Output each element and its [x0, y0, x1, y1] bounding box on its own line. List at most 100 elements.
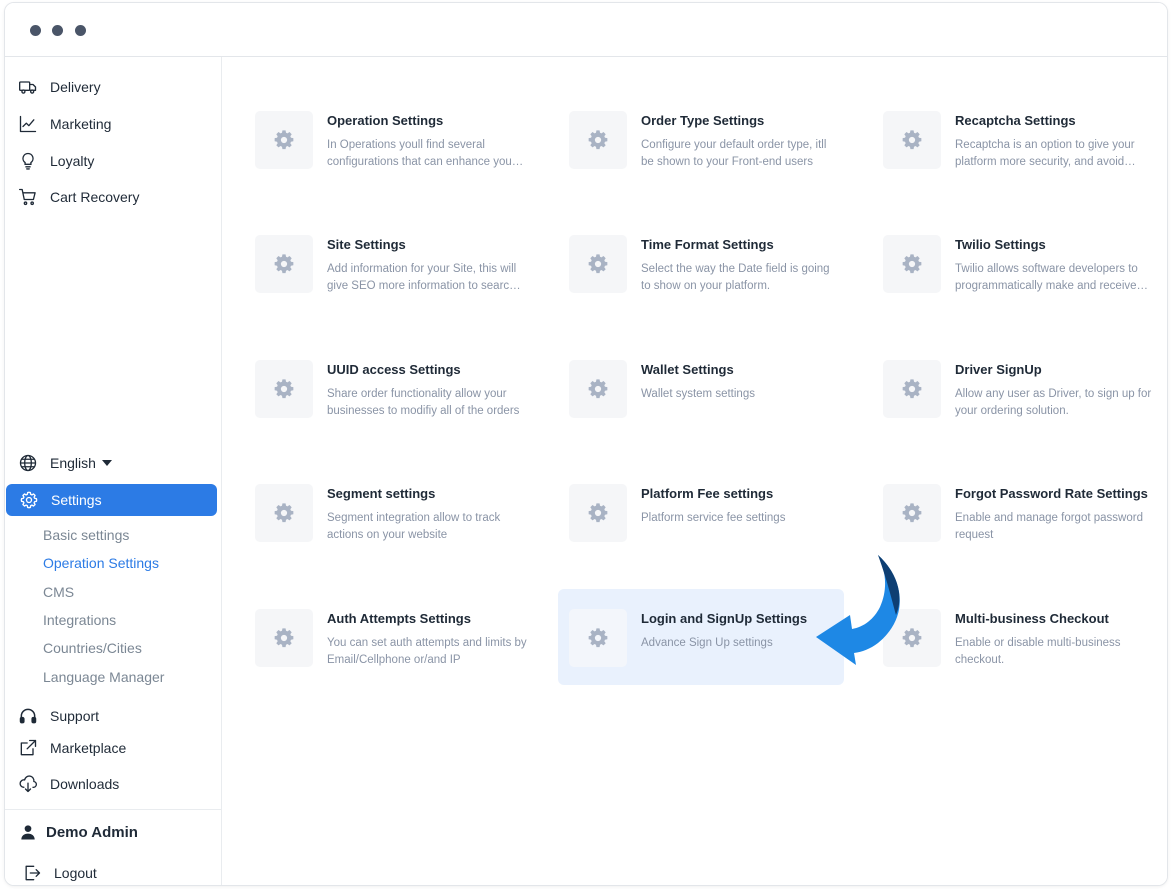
card-title: Site Settings: [327, 237, 406, 252]
logout-button[interactable]: Logout: [5, 857, 222, 885]
window-control-dot[interactable]: [52, 25, 63, 36]
gear-icon: [883, 111, 941, 169]
gear-icon: [569, 609, 627, 667]
settings-card[interactable]: Auth Attempts Settings You can set auth a…: [244, 589, 530, 685]
sidebar-item-marketplace[interactable]: Marketplace: [5, 732, 222, 764]
card-description: Advance Sign Up settings: [641, 637, 773, 649]
card-title: Recaptcha Settings: [955, 113, 1076, 128]
gear-icon: [569, 484, 627, 542]
sidebar-item-delivery[interactable]: Delivery: [5, 71, 222, 103]
card-description: Recaptcha is an option to give your plat…: [955, 139, 1135, 168]
sidebar-item-label: Settings: [51, 492, 102, 508]
gear-icon: [569, 235, 627, 293]
card-description: Configure your default order type, itll …: [641, 139, 827, 168]
card-title: Auth Attempts Settings: [327, 611, 471, 626]
sidebar-item-settings[interactable]: Settings: [6, 484, 217, 516]
subnav-countries-cities[interactable]: Countries/Cities: [43, 640, 142, 656]
card-description: Share order functionality allow your bus…: [327, 388, 520, 417]
sidebar-item-label: Marketing: [50, 116, 112, 132]
card-description: Allow any user as Driver, to sign up for…: [955, 388, 1152, 417]
cart-icon: [17, 186, 39, 208]
subnav-integrations[interactable]: Integrations: [43, 612, 116, 628]
settings-card[interactable]: Driver SignUp Allow any user as Driver, t…: [872, 340, 1158, 436]
headset-icon: [17, 705, 39, 727]
gear-icon: [883, 609, 941, 667]
card-title: Forgot Password Rate Settings: [955, 486, 1148, 501]
card-title: Platform Fee settings: [641, 486, 774, 501]
language-selector[interactable]: English: [5, 447, 222, 479]
settings-card[interactable]: Operation Settings In Operations youll fi…: [244, 91, 530, 187]
logout-label: Logout: [54, 865, 97, 881]
cloud-download-icon: [17, 773, 39, 795]
gear-icon: [883, 235, 941, 293]
settings-card[interactable]: Login and SignUp Settings Advance Sign Up…: [558, 589, 844, 685]
card-description: Segment integration allow to track actio…: [327, 512, 501, 541]
sidebar-item-label: Marketplace: [50, 740, 127, 756]
card-description: Select the way the Date field is going t…: [641, 263, 830, 292]
app-window: Delivery Marketing Loyalty Cart Recovery…: [4, 2, 1168, 886]
settings-grid: Operation Settings In Operations youll fi…: [222, 57, 1167, 885]
card-description: Platform service fee settings: [641, 512, 786, 524]
settings-card[interactable]: Recaptcha Settings Recaptcha is an option…: [872, 91, 1158, 187]
card-title: Segment settings: [327, 486, 436, 501]
settings-card[interactable]: Order Type Settings Configure your defaul…: [558, 91, 844, 187]
sidebar-item-label: Downloads: [50, 776, 120, 792]
settings-card[interactable]: Segment settings Segment integration allo…: [244, 464, 530, 560]
window-control-dot[interactable]: [75, 25, 86, 36]
sidebar: Delivery Marketing Loyalty Cart Recovery…: [5, 57, 222, 885]
settings-card[interactable]: Site Settings Add information for your Si…: [244, 215, 530, 311]
external-link-icon: [17, 737, 39, 759]
subnav-language-manager[interactable]: Language Manager: [43, 669, 164, 685]
card-description: Enable and manage forgot password reques…: [955, 512, 1143, 541]
user-icon: [17, 821, 39, 843]
settings-card[interactable]: Forgot Password Rate Settings Enable and …: [872, 464, 1158, 560]
gear-icon: [18, 489, 40, 511]
user-name: Demo Admin: [46, 823, 138, 841]
globe-icon: [17, 452, 39, 474]
card-description: Twilio allows software developers to pro…: [955, 263, 1138, 292]
gear-icon: [255, 484, 313, 542]
sidebar-item-label: Support: [50, 708, 100, 724]
sidebar-item-support[interactable]: Support: [5, 700, 222, 732]
settings-card[interactable]: Platform Fee settings Platform service fe…: [558, 464, 844, 560]
sidebar-item-cart-recovery[interactable]: Cart Recovery: [5, 181, 222, 213]
user-profile[interactable]: Demo Admin: [5, 816, 222, 848]
card-description: Enable or disable multi-business checkou…: [955, 637, 1121, 666]
card-title: Wallet Settings: [641, 362, 734, 377]
sidebar-item-loyalty[interactable]: Loyalty: [5, 145, 222, 177]
card-title: Operation Settings: [327, 113, 444, 128]
gear-icon: [255, 360, 313, 418]
settings-card[interactable]: Wallet Settings Wallet system settings: [558, 340, 844, 436]
language-label: English: [50, 455, 96, 471]
gear-icon: [569, 360, 627, 418]
sidebar-item-downloads[interactable]: Downloads: [5, 768, 222, 800]
logout-icon: [21, 862, 43, 884]
window-titlebar: [5, 3, 1167, 57]
subnav-basic-settings[interactable]: Basic settings: [43, 527, 129, 543]
sidebar-item-label: Cart Recovery: [50, 189, 140, 205]
subnav-cms[interactable]: CMS: [43, 584, 74, 600]
lightbulb-icon: [17, 150, 39, 172]
gear-icon: [255, 111, 313, 169]
card-title: Login and SignUp Settings: [641, 611, 808, 626]
card-title: Driver SignUp: [955, 362, 1042, 377]
settings-card[interactable]: UUID access Settings Share order function…: [244, 340, 530, 436]
settings-card[interactable]: Twilio Settings Twilio allows software de…: [872, 215, 1158, 311]
gear-icon: [255, 609, 313, 667]
card-title: Order Type Settings: [641, 113, 765, 128]
subnav-operation-settings[interactable]: Operation Settings: [43, 555, 159, 571]
truck-icon: [17, 76, 39, 98]
gear-icon: [883, 360, 941, 418]
settings-card[interactable]: Multi-business Checkout Enable or disable…: [872, 589, 1158, 685]
card-description: Wallet system settings: [641, 388, 755, 400]
caret-down-icon: [101, 460, 112, 466]
card-title: Twilio Settings: [955, 237, 1046, 252]
card-title: Multi-business Checkout: [955, 611, 1109, 626]
settings-card[interactable]: Time Format Settings Select the way the D…: [558, 215, 844, 311]
gear-icon: [255, 235, 313, 293]
window-control-dot[interactable]: [30, 25, 41, 36]
card-description: You can set auth attempts and limits by …: [327, 637, 527, 666]
card-title: UUID access Settings: [327, 362, 461, 377]
sidebar-item-marketing[interactable]: Marketing: [5, 108, 222, 140]
gear-icon: [569, 111, 627, 169]
